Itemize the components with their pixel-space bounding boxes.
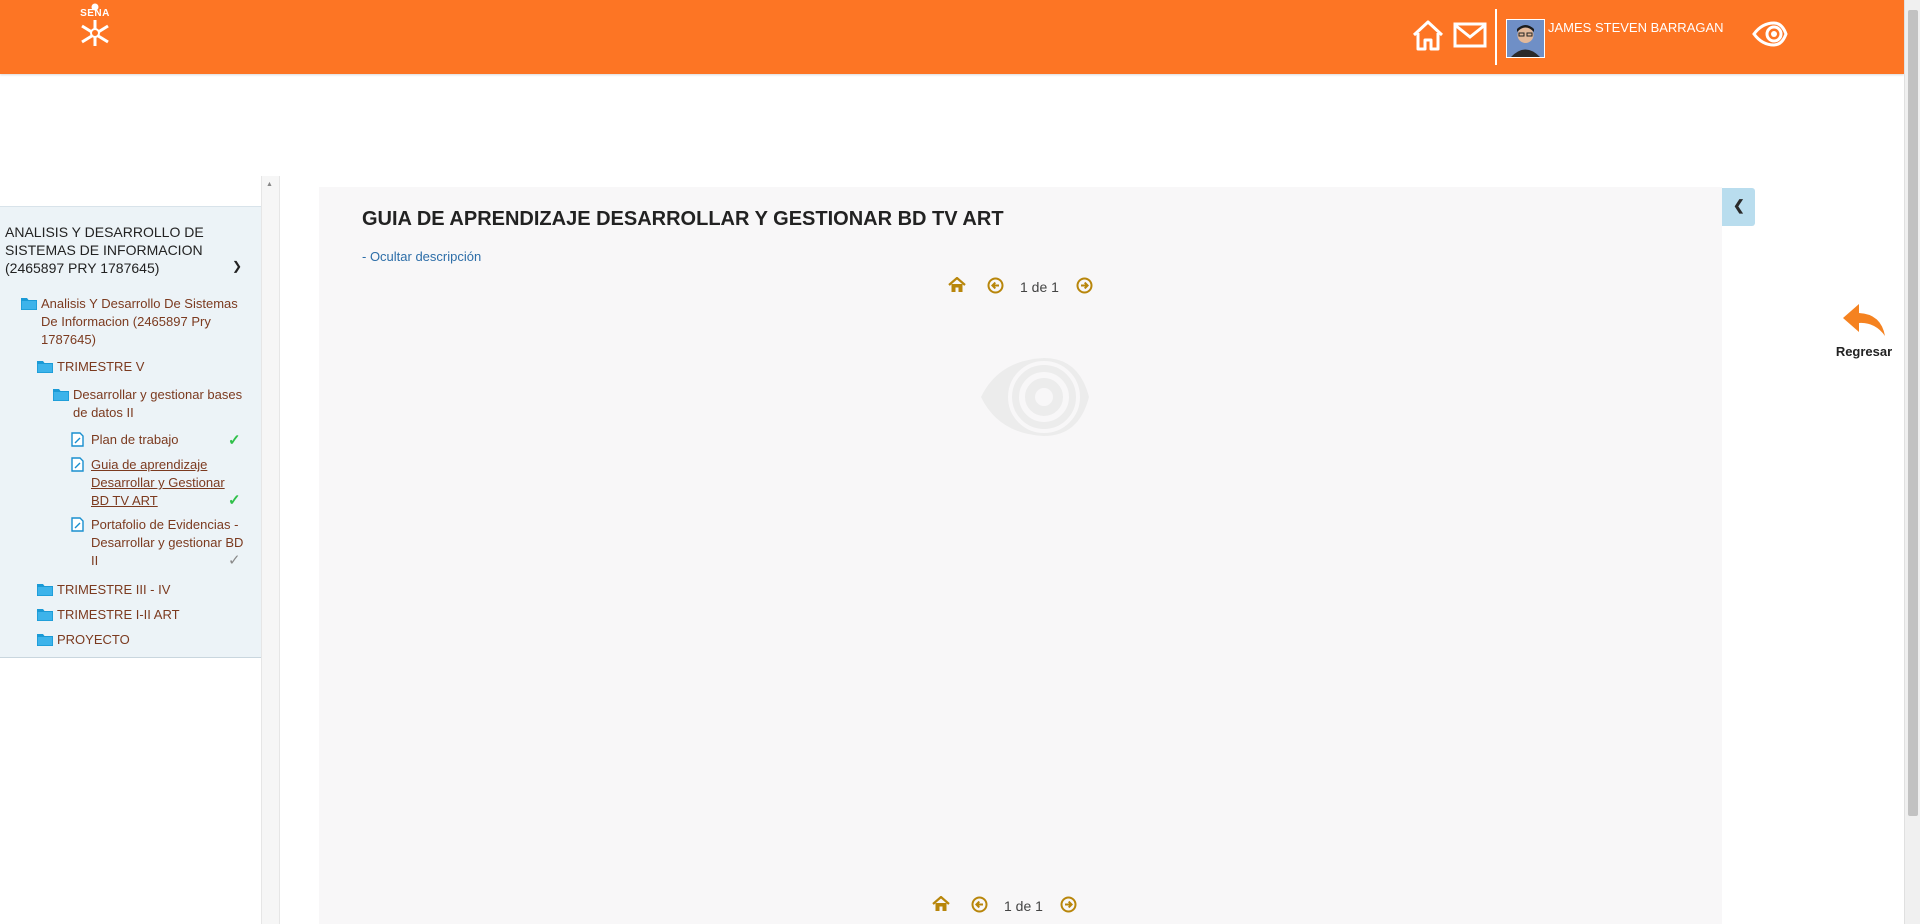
back-button[interactable]: Regresar (1834, 300, 1894, 362)
completed-check-icon: ✓ (228, 432, 241, 449)
eye-watermark-icon (981, 358, 1089, 436)
page-scrollbar[interactable] (1904, 0, 1920, 924)
tree-item-label: Analisis Y Desarrollo De Sistemas De Inf… (41, 296, 238, 347)
next-icon[interactable] (1076, 277, 1093, 294)
next-icon[interactable] (1060, 896, 1077, 913)
tree-item-label: Guia de aprendizaje Desarrollar y Gestio… (91, 457, 225, 508)
document-icon (71, 457, 84, 472)
content-panel: GUIA DE APRENDIZAJE DESARROLLAR Y GESTIO… (319, 187, 1722, 924)
tree-item-label: TRIMESTRE III - IV (57, 582, 171, 597)
document-icon (71, 517, 84, 532)
folder-icon (37, 584, 53, 596)
home-icon[interactable] (932, 896, 950, 912)
course-tree: ANALISIS Y DESARROLLO DE SISTEMAS DE INF… (0, 206, 261, 658)
hide-description-link[interactable]: - Ocultar descripción (362, 249, 481, 264)
page-indicator: 1 de 1 (1020, 279, 1059, 295)
chevron-down-icon[interactable]: ❯ (232, 259, 242, 273)
page-indicator: 1 de 1 (1004, 898, 1043, 914)
tree-item-label: TRIMESTRE V (57, 359, 145, 374)
folder-icon (37, 609, 53, 621)
user-avatar[interactable] (1506, 19, 1545, 58)
back-button-label: Regresar (1835, 344, 1893, 359)
sidebar-scrollbar[interactable]: ▲ (261, 176, 280, 924)
collapse-panel-button[interactable]: ❮ (1722, 188, 1755, 226)
previous-icon[interactable] (987, 277, 1004, 294)
logo-text: SENA (80, 8, 110, 19)
folder-icon (37, 634, 53, 646)
tree-item-label: Plan de trabajo (91, 432, 179, 447)
header-divider (1495, 9, 1497, 65)
sidebar: ANALISIS Y DESARROLLO DE SISTEMAS DE INF… (0, 176, 280, 924)
tree-item-label: Desarrollar y gestionar bases de datos I… (73, 387, 243, 420)
top-header: SENA JAMES STEVEN BARRAGAN (0, 0, 1904, 74)
mail-icon[interactable] (1453, 20, 1487, 50)
username[interactable]: JAMES STEVEN BARRAGAN (1548, 20, 1724, 35)
document-icon (71, 432, 84, 447)
home-icon[interactable] (948, 277, 966, 293)
pager-top: 1 de 1 (948, 277, 1148, 297)
tree-item-label: PROYECTO (57, 632, 130, 647)
reply-arrow-icon (1843, 304, 1885, 336)
folder-icon (53, 389, 69, 401)
pending-check-icon: ✓ (228, 552, 241, 569)
page-title: GUIA DE APRENDIZAJE DESARROLLAR Y GESTIO… (362, 208, 1004, 230)
folder-icon (37, 361, 53, 373)
tree-item-label: TRIMESTRE I-II ART (57, 607, 180, 622)
eye-icon[interactable] (1752, 19, 1788, 49)
pager-bottom: 1 de 1 (932, 896, 1132, 916)
tree-item-label: Portafolio de Evidencias - Desarrollar y… (91, 517, 244, 568)
scroll-up-icon[interactable]: ▲ (266, 181, 273, 188)
course-title[interactable]: ANALISIS Y DESARROLLO DE SISTEMAS DE INF… (5, 223, 235, 277)
home-icon[interactable] (1410, 17, 1446, 53)
chevron-left-icon: ❮ (1733, 197, 1745, 213)
completed-check-icon: ✓ (228, 492, 241, 509)
page-scrollbar-thumb[interactable] (1908, 10, 1918, 816)
previous-icon[interactable] (971, 896, 988, 913)
folder-icon (21, 298, 37, 310)
